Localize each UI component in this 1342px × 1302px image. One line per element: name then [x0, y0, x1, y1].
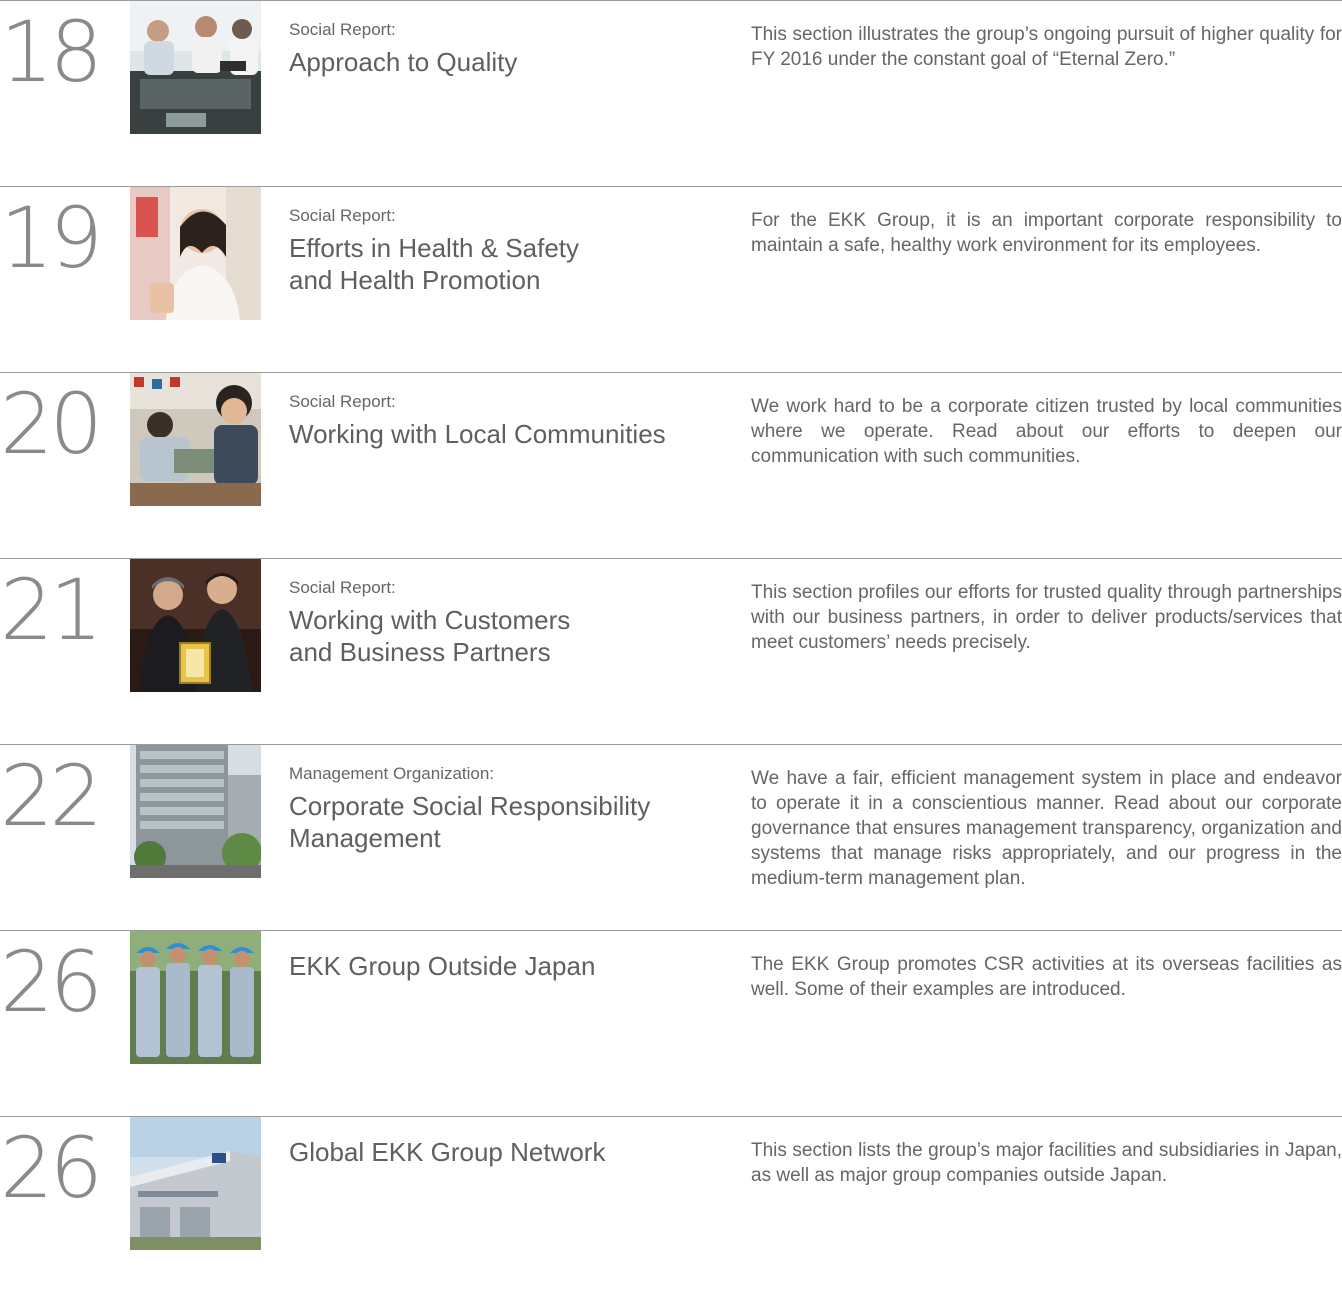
section-title[interactable]: Corporate Social Responsibility Manageme… [289, 790, 709, 854]
section-title-line: Working with Customers [289, 605, 571, 635]
section-title-line: Global EKK Group Network [289, 1137, 606, 1167]
toc-entry[interactable]: 26 Global EKK Group Network This section… [0, 1116, 1342, 1302]
section-description: This section lists the group’s major fac… [751, 1140, 1342, 1186]
section-title[interactable]: Approach to Quality [289, 46, 709, 78]
page-number: 18 [0, 3, 103, 101]
section-description: We have a fair, efficient management sys… [751, 768, 1342, 889]
section-title-line: Approach to Quality [289, 47, 518, 77]
section-title[interactable]: Efforts in Health & Safety and Health Pr… [289, 232, 709, 296]
section-title-line: and Business Partners [289, 637, 551, 667]
award-presentation-photo [130, 559, 261, 692]
page-number: 26 [0, 933, 103, 1031]
section-title-line: Efforts in Health & Safety [289, 233, 579, 263]
page-number: 26 [0, 1119, 103, 1217]
page-number: 20 [0, 375, 103, 473]
section-title-line: Working with Local Communities [289, 419, 666, 449]
section-title[interactable]: EKK Group Outside Japan [289, 950, 709, 982]
section-category: Social Report: [289, 392, 396, 411]
quality-meeting-photo [130, 1, 261, 134]
section-title-line: EKK Group Outside Japan [289, 951, 596, 981]
toc-entry[interactable]: 22 Management Organization: Corporate So… [0, 744, 1342, 930]
page-number: 22 [0, 747, 103, 845]
toc-entry[interactable]: 18 Social Report: Approach to Quality Th… [0, 0, 1342, 186]
section-title[interactable]: Working with Local Communities [289, 418, 709, 450]
health-staff-photo [130, 187, 261, 320]
overseas-workers-photo [130, 931, 261, 1064]
facility-building-photo [130, 1117, 261, 1250]
section-description: We work hard to be a corporate citizen t… [751, 396, 1342, 467]
section-description: For the EKK Group, it is an important co… [751, 210, 1342, 256]
section-category: Management Organization: [289, 764, 495, 783]
headquarters-building-photo [130, 745, 261, 878]
table-of-contents: 18 Social Report: Approach to Quality Th… [0, 0, 1342, 1252]
section-category: Social Report: [289, 206, 396, 225]
section-title-line: Management [289, 823, 441, 853]
section-category: Social Report: [289, 20, 396, 39]
toc-entry[interactable]: 21 Social Report: Working with Customers… [0, 558, 1342, 744]
section-title[interactable]: Working with Customers and Business Part… [289, 604, 709, 668]
section-description: The EKK Group promotes CSR activities at… [751, 954, 1342, 1000]
toc-entry[interactable]: 26 EKK Group Outside Japan The EKK Group… [0, 930, 1342, 1116]
page-number: 21 [0, 561, 103, 659]
section-title[interactable]: Global EKK Group Network [289, 1136, 709, 1168]
section-title-line: Corporate Social Responsibility [289, 791, 651, 821]
section-description: This section profiles our efforts for tr… [751, 582, 1342, 653]
toc-entry[interactable]: 19 Social Report: Efforts in Health & Sa… [0, 186, 1342, 372]
page-number: 19 [0, 189, 103, 287]
section-description: This section illustrates the group’s ong… [751, 24, 1342, 70]
community-event-photo [130, 373, 261, 506]
section-title-line: and Health Promotion [289, 265, 541, 295]
section-category: Social Report: [289, 578, 396, 597]
toc-entry[interactable]: 20 Social Report: Working with Local Com… [0, 372, 1342, 558]
